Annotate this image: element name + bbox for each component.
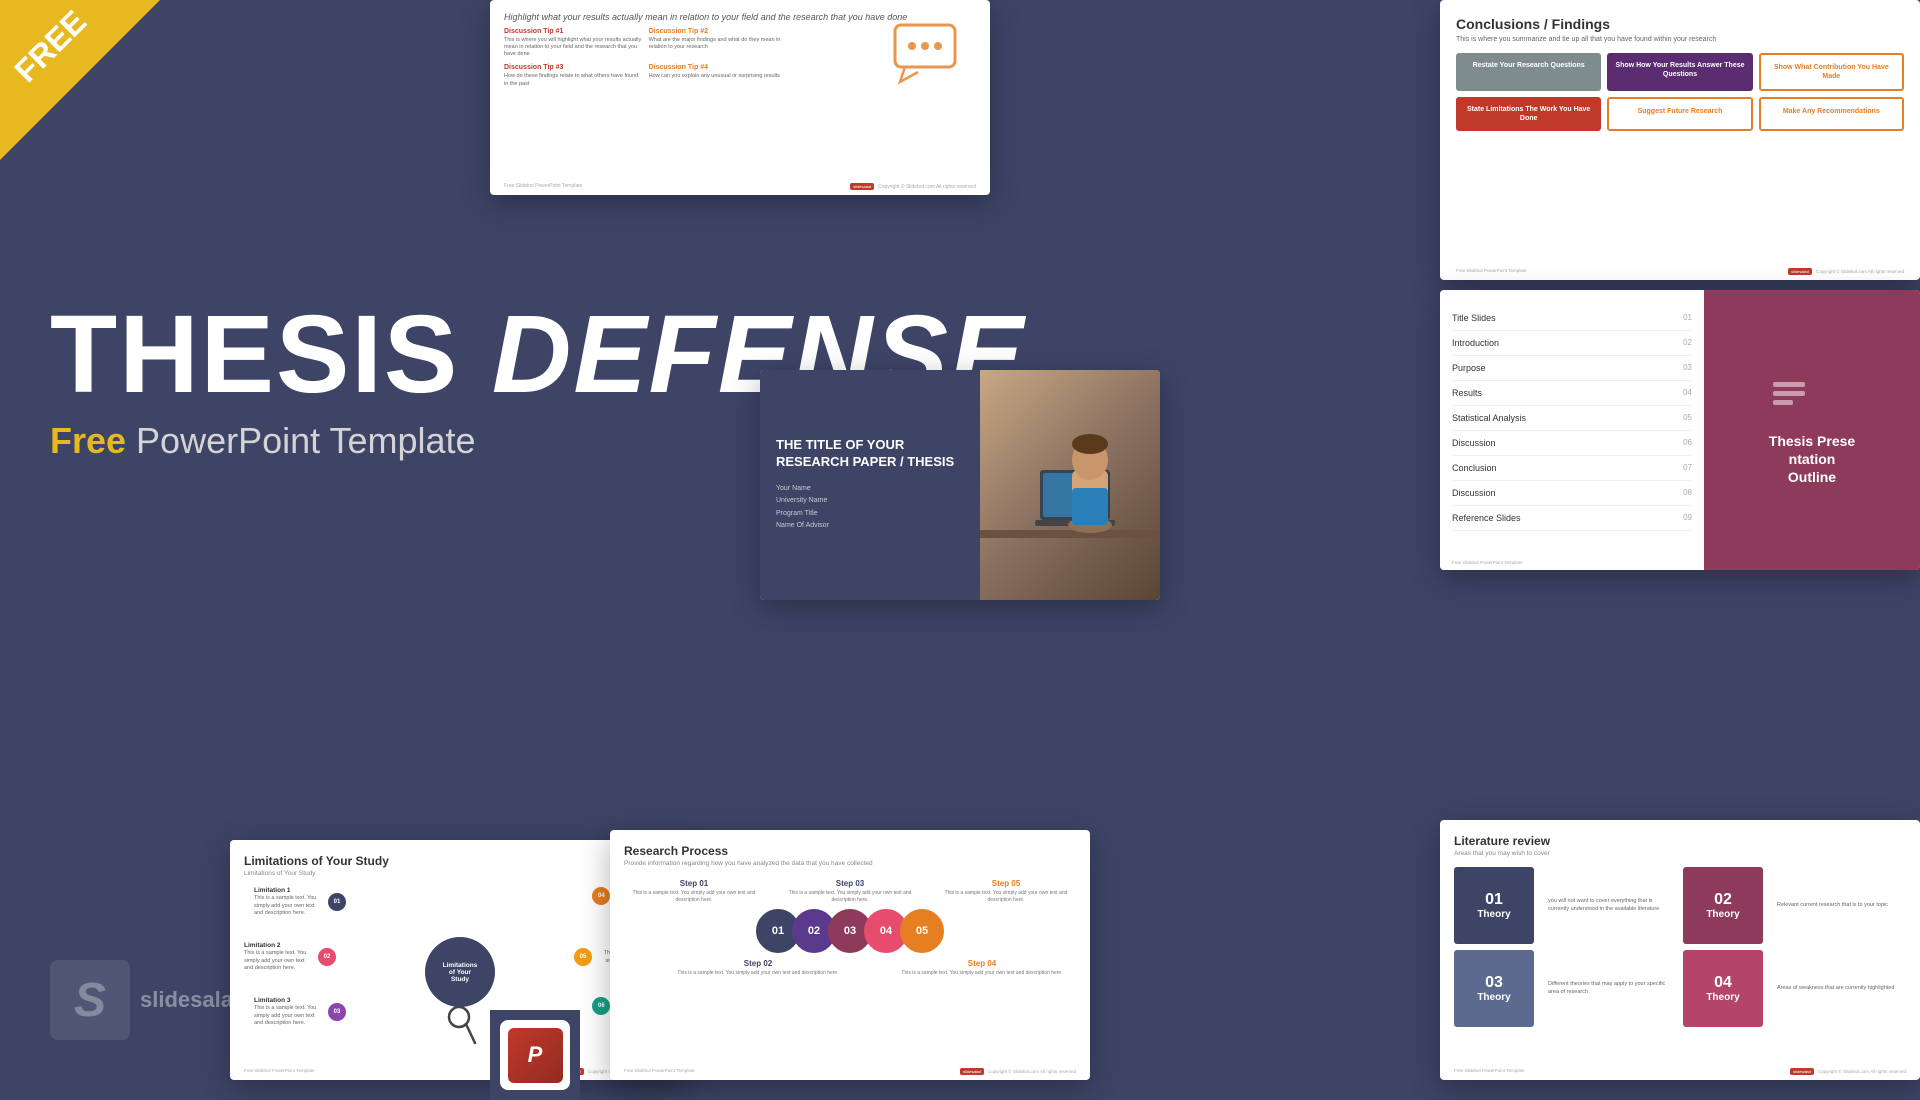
circle-5: 05 xyxy=(900,909,944,953)
outline-item-1: Title Slides01 xyxy=(1452,306,1692,331)
conclusions-subtitle: This is where you summarize and tie up a… xyxy=(1456,36,1904,43)
conclusion-2: Show How Your Results Answer These Quest… xyxy=(1607,53,1752,91)
tip-3: Discussion Tip #3 How do these findings … xyxy=(504,64,643,87)
magnifier-icon xyxy=(447,1005,477,1052)
slide-outline: Title Slides01 Introduction02 Purpose03 … xyxy=(1440,290,1920,570)
conclusion-4: State Limitations The Work You Have Done xyxy=(1456,97,1601,131)
tip-3-text: How do these findings relate to what oth… xyxy=(504,73,643,87)
tip-1-label: Discussion Tip #1 xyxy=(504,28,643,35)
conclusions-grid: Restate Your Research Questions Show How… xyxy=(1456,53,1904,131)
slide-research: Research Process Provide information reg… xyxy=(610,830,1090,1080)
tip-4: Discussion Tip #4 How can you explain an… xyxy=(649,64,788,87)
conclusions-title: Conclusions / Findings xyxy=(1456,16,1904,32)
research-footer: Free Slidebot PowerPoint Template slides… xyxy=(624,1068,1076,1075)
theory-01-box: 01Theory xyxy=(1454,867,1534,944)
tip-2-label: Discussion Tip #2 xyxy=(649,28,788,35)
outline-item-4: Results04 xyxy=(1452,381,1692,406)
outline-item-8: Discussion08 xyxy=(1452,481,1692,506)
tip-2-text: What are the major findings and what do … xyxy=(649,37,788,51)
lim-center: Limitationsof YourStudy xyxy=(425,937,495,1007)
theory-04-desc: Areas of weakness that are currently hig… xyxy=(1769,950,1906,1027)
slide-title-paper: THE TITLE OF YOUR RESEARCH PAPER / THESI… xyxy=(760,370,1160,600)
outline-footer: Free Slidebot PowerPoint Template xyxy=(1452,560,1522,565)
conclusion-6: Make Any Recommendations xyxy=(1759,97,1904,131)
tips-grid: Discussion Tip #1 This is where you will… xyxy=(504,28,787,88)
step-4-desc: Step 04 This is a sample text. You simpl… xyxy=(888,959,1076,977)
outline-item-7: Conclusion07 xyxy=(1452,456,1692,481)
lim-3: Limitation 3This is a sample text. You s… xyxy=(254,997,346,1027)
outline-item-2: Introduction02 xyxy=(1452,331,1692,356)
powerpoint-icon-badge: P xyxy=(490,1010,580,1100)
title-left-panel: THE TITLE OF YOUR RESEARCH PAPER / THESI… xyxy=(760,370,980,600)
chat-icon xyxy=(890,20,970,104)
research-steps-top: Step 01 This is a sample text. You simpl… xyxy=(624,879,1076,903)
tip-2: Discussion Tip #2 What are the major fin… xyxy=(649,28,788,58)
literature-title: Literature review xyxy=(1454,834,1906,848)
tip-3-label: Discussion Tip #3 xyxy=(504,64,643,71)
step-3-desc: Step 03 This is a sample text. You simpl… xyxy=(780,879,920,903)
tip-4-text: How can you explain any unusual or surpr… xyxy=(649,73,788,80)
slide-literature: Literature review Areas that you may wis… xyxy=(1440,820,1920,1080)
research-subtitle: Provide information regarding how you ha… xyxy=(624,860,1076,867)
outline-panel-icon xyxy=(1769,374,1855,422)
research-circles: 01 02 03 04 05 xyxy=(624,909,1076,953)
outline-item-9: Reference Slides09 xyxy=(1452,506,1692,531)
step-2-desc: Step 02 This is a sample text. You simpl… xyxy=(664,959,852,977)
conclusions-footer: Free Slidebot PowerPoint Template slides… xyxy=(1456,268,1904,275)
lim-2: Limitation 2This is a sample text. You s… xyxy=(244,942,336,972)
theory-01-desc: you will not want to cover everything th… xyxy=(1540,867,1677,944)
slide-conclusions: Conclusions / Findings This is where you… xyxy=(1440,0,1920,280)
theory-03-box: 03Theory xyxy=(1454,950,1534,1027)
lim-1: Limitation 1This is a sample text. You s… xyxy=(254,887,346,917)
outline-item-3: Purpose03 xyxy=(1452,356,1692,381)
discussion-footer: Free Slidebot PowerPoint Template slides… xyxy=(504,183,976,190)
outline-list: Title Slides01 Introduction02 Purpose03 … xyxy=(1440,290,1704,570)
conclusion-5: Suggest Future Research xyxy=(1607,97,1752,131)
outline-item-5: Statistical Analysis05 xyxy=(1452,406,1692,431)
theory-02-desc: Relevant current research that is to you… xyxy=(1769,867,1906,944)
paper-meta: Your Name University Name Program Title … xyxy=(776,483,964,533)
tip-4-label: Discussion Tip #4 xyxy=(649,64,788,71)
paper-title: THE TITLE OF YOUR RESEARCH PAPER / THESI… xyxy=(776,437,964,471)
brand-logo: S slidesalad xyxy=(50,960,246,1040)
theory-03-desc: Different theories that may apply to you… xyxy=(1540,950,1677,1027)
brand-icon: S xyxy=(50,960,130,1040)
tip-1-text: This is where you will highlight what yo… xyxy=(504,37,643,58)
outline-panel: Thesis PresentationOutline xyxy=(1704,290,1920,570)
conclusion-3: Show What Contribution You Have Made xyxy=(1759,53,1904,91)
lit-grid: 01Theory you will not want to cover ever… xyxy=(1454,867,1906,1027)
ppt-inner: P xyxy=(508,1028,563,1083)
slide-discussion: Highlight what your results actually mea… xyxy=(490,0,990,195)
step-5-desc: Step 05 This is a sample text. You simpl… xyxy=(936,879,1076,903)
title-photo xyxy=(980,370,1160,600)
outline-panel-title: Thesis PresentationOutline xyxy=(1769,432,1855,487)
research-title: Research Process xyxy=(624,844,1076,858)
tip-1: Discussion Tip #1 This is where you will… xyxy=(504,28,643,58)
literature-footer: Free Slidebot PowerPoint Template slides… xyxy=(1454,1068,1906,1075)
theory-04-box: 04Theory xyxy=(1683,950,1763,1027)
theory-02-box: 02Theory xyxy=(1683,867,1763,944)
conclusion-1: Restate Your Research Questions xyxy=(1456,53,1601,91)
title-right-panel xyxy=(980,370,1160,600)
step-1-desc: Step 01 This is a sample text. You simpl… xyxy=(624,879,764,903)
literature-subtitle: Areas that you may wish to cover xyxy=(1454,850,1906,857)
research-steps-bottom: Step 02 This is a sample text. You simpl… xyxy=(624,959,1076,977)
outline-item-6: Discussion06 xyxy=(1452,431,1692,456)
